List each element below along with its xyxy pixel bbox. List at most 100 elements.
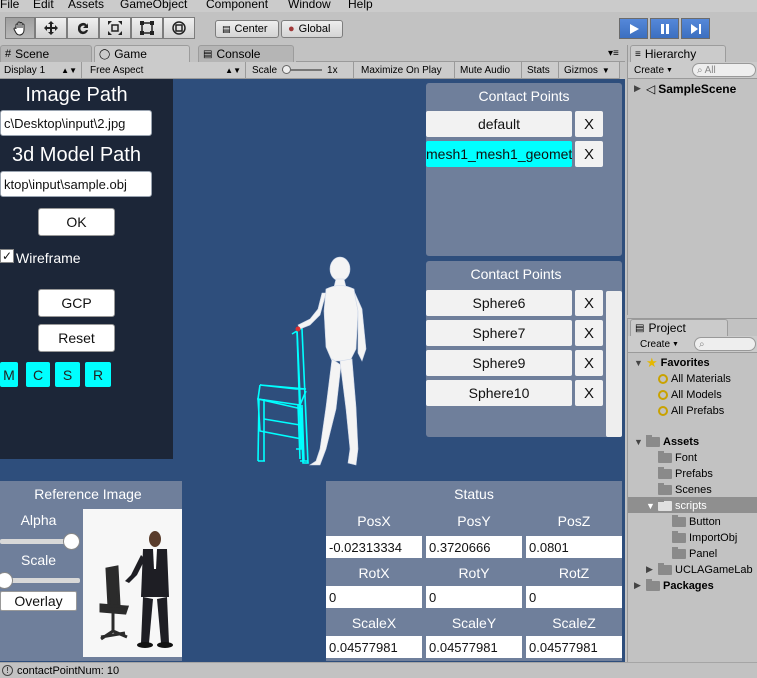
rotate-tool-button[interactable]	[67, 17, 99, 39]
pos-y-field[interactable]: 0.3720666	[426, 536, 522, 558]
mode-button-r[interactable]: R	[85, 362, 111, 387]
packages-row[interactable]: ▶ Packages	[634, 578, 714, 593]
collapse-arrow-icon[interactable]: ▼	[634, 358, 643, 368]
asset-folder-row[interactable]: Prefabs	[658, 466, 713, 481]
project-create-dropdown[interactable]: Create ▼	[640, 337, 679, 351]
scale-slider-thumb[interactable]	[282, 65, 292, 74]
contact-point-item[interactable]: Sphere7	[426, 320, 572, 346]
favorite-item[interactable]: All Prefabs	[658, 403, 724, 418]
contact-point-item[interactable]: Sphere6	[426, 290, 572, 316]
gcp-button[interactable]: GCP	[38, 289, 115, 317]
menu-edit[interactable]: Edit	[33, 0, 54, 11]
mode-button-m[interactable]: M	[0, 362, 18, 387]
alpha-slider-thumb[interactable]	[63, 533, 80, 550]
scale-slider[interactable]	[0, 572, 80, 589]
favorite-item[interactable]: All Models	[658, 387, 722, 402]
aspect-dropdown[interactable]: Free Aspect ▲▼	[86, 62, 246, 78]
move-tool-button[interactable]	[35, 17, 67, 39]
folder-label: Font	[675, 451, 698, 464]
overlay-button[interactable]: Overlay	[0, 591, 77, 611]
scripts-folder-row[interactable]: ▼ scripts	[646, 498, 707, 513]
alpha-slider[interactable]	[0, 533, 80, 550]
tab-console[interactable]: ▤ Console	[198, 45, 294, 62]
collapse-arrow-icon[interactable]: ▼	[646, 501, 655, 511]
menu-window[interactable]: Window	[288, 0, 331, 11]
remove-contact-point-button[interactable]: X	[575, 350, 603, 376]
pos-z-field[interactable]: 0.0801	[526, 536, 622, 558]
tab-hierarchy[interactable]: ≡ Hierarchy	[630, 45, 726, 62]
script-folder-row[interactable]: ImportObj	[672, 530, 737, 545]
pause-button[interactable]	[650, 18, 679, 39]
tab-game[interactable]: ◯ Game	[94, 45, 190, 62]
tab-project[interactable]: ▤ Project	[630, 319, 728, 336]
transform-tool-button[interactable]	[163, 17, 195, 39]
model-viewport[interactable]	[240, 249, 400, 474]
remove-contact-point-button[interactable]: X	[575, 380, 603, 406]
remove-contact-point-button[interactable]: X	[575, 320, 603, 346]
mode-button-s[interactable]: S	[55, 362, 80, 387]
image-path-input[interactable]: c\Desktop\input\2.jpg	[0, 110, 152, 136]
pos-x-field[interactable]: -0.02313334	[326, 536, 422, 558]
contact-points-scrollbar[interactable]	[606, 291, 622, 437]
wireframe-checkbox[interactable]: ✓	[0, 249, 14, 263]
script-folder-row[interactable]: Button	[672, 514, 721, 529]
contact-point-marker[interactable]	[295, 326, 301, 332]
display-dropdown[interactable]: Display 1 ▲▼	[0, 62, 82, 78]
scene-row[interactable]: ▶ ◁ SampleScene	[634, 81, 736, 96]
expand-arrow-icon[interactable]: ▶	[646, 564, 655, 575]
rot-z-field[interactable]: 0	[526, 586, 622, 608]
rot-y-field[interactable]: 0	[426, 586, 522, 608]
remove-contact-point-button[interactable]: X	[575, 111, 603, 137]
contact-point-item[interactable]: Sphere10	[426, 380, 572, 406]
project-search-input[interactable]: ⌕	[694, 337, 756, 351]
ok-button[interactable]: OK	[38, 208, 115, 236]
asset-folder-row[interactable]: Scenes	[658, 482, 712, 497]
favorite-item[interactable]: All Materials	[658, 371, 731, 386]
gizmos-dropdown[interactable]: Gizmos ▼	[560, 62, 620, 78]
rect-tool-button[interactable]	[131, 17, 163, 39]
scale-y-field[interactable]: 0.04577981	[426, 636, 522, 658]
play-button[interactable]	[619, 18, 648, 39]
asset-folder-row[interactable]: Font	[658, 450, 697, 465]
menu-assets[interactable]: Assets	[68, 0, 104, 11]
mode-button-c[interactable]: C	[26, 362, 50, 387]
scale-x-field[interactable]: 0.04577981	[326, 636, 422, 658]
create-label: Create	[640, 338, 671, 350]
menu-component[interactable]: Component	[206, 0, 268, 11]
script-folder-row[interactable]: Panel	[672, 546, 717, 561]
contact-point-item[interactable]: default	[426, 111, 572, 137]
remove-contact-point-button[interactable]: X	[575, 290, 603, 316]
scale-slider-track[interactable]	[282, 65, 323, 74]
tab-scene[interactable]: # Scene	[0, 45, 92, 62]
expand-arrow-icon[interactable]: ▶	[634, 580, 643, 591]
step-button[interactable]	[681, 18, 710, 39]
reset-button[interactable]: Reset	[38, 324, 115, 352]
scale-slider-thumb[interactable]	[0, 572, 13, 589]
panel-menu-icon[interactable]: ▾≡	[608, 48, 619, 59]
scale-slider[interactable]: Scale 1x	[248, 62, 354, 78]
hierarchy-search-input[interactable]: ⌕ All	[692, 63, 756, 77]
contact-point-item-selected[interactable]: mesh1_mesh1_geometry	[426, 141, 572, 167]
menu-gameobject[interactable]: GameObject	[120, 0, 187, 11]
expand-arrow-icon[interactable]: ▶	[634, 83, 643, 94]
favorites-row[interactable]: ▼ ★ Favorites	[634, 355, 710, 370]
menu-file[interactable]: File	[0, 0, 19, 11]
hand-tool-button[interactable]	[5, 17, 35, 39]
stats-toggle[interactable]: Stats	[523, 62, 559, 78]
maximize-on-play-toggle[interactable]: Maximize On Play	[357, 62, 455, 78]
scale-z-field[interactable]: 0.04577981	[526, 636, 622, 658]
ucla-folder-row[interactable]: ▶ UCLAGameLab	[646, 562, 753, 577]
remove-contact-point-button[interactable]: X	[575, 141, 603, 167]
assets-row[interactable]: ▼ Assets	[634, 434, 699, 449]
reference-photo	[83, 509, 182, 657]
collapse-arrow-icon[interactable]: ▼	[634, 437, 643, 447]
rot-x-field[interactable]: 0	[326, 586, 422, 608]
space-toggle[interactable]: ● Global	[281, 20, 343, 38]
model-path-input[interactable]: ktop\input\sample.obj	[0, 171, 152, 197]
pivot-toggle[interactable]: ▤ Center	[215, 20, 279, 38]
hierarchy-create-dropdown[interactable]: Create ▼	[634, 63, 673, 77]
contact-point-item[interactable]: Sphere9	[426, 350, 572, 376]
scale-tool-button[interactable]	[99, 17, 131, 39]
menu-help[interactable]: Help	[348, 0, 373, 11]
mute-audio-toggle[interactable]: Mute Audio	[456, 62, 522, 78]
